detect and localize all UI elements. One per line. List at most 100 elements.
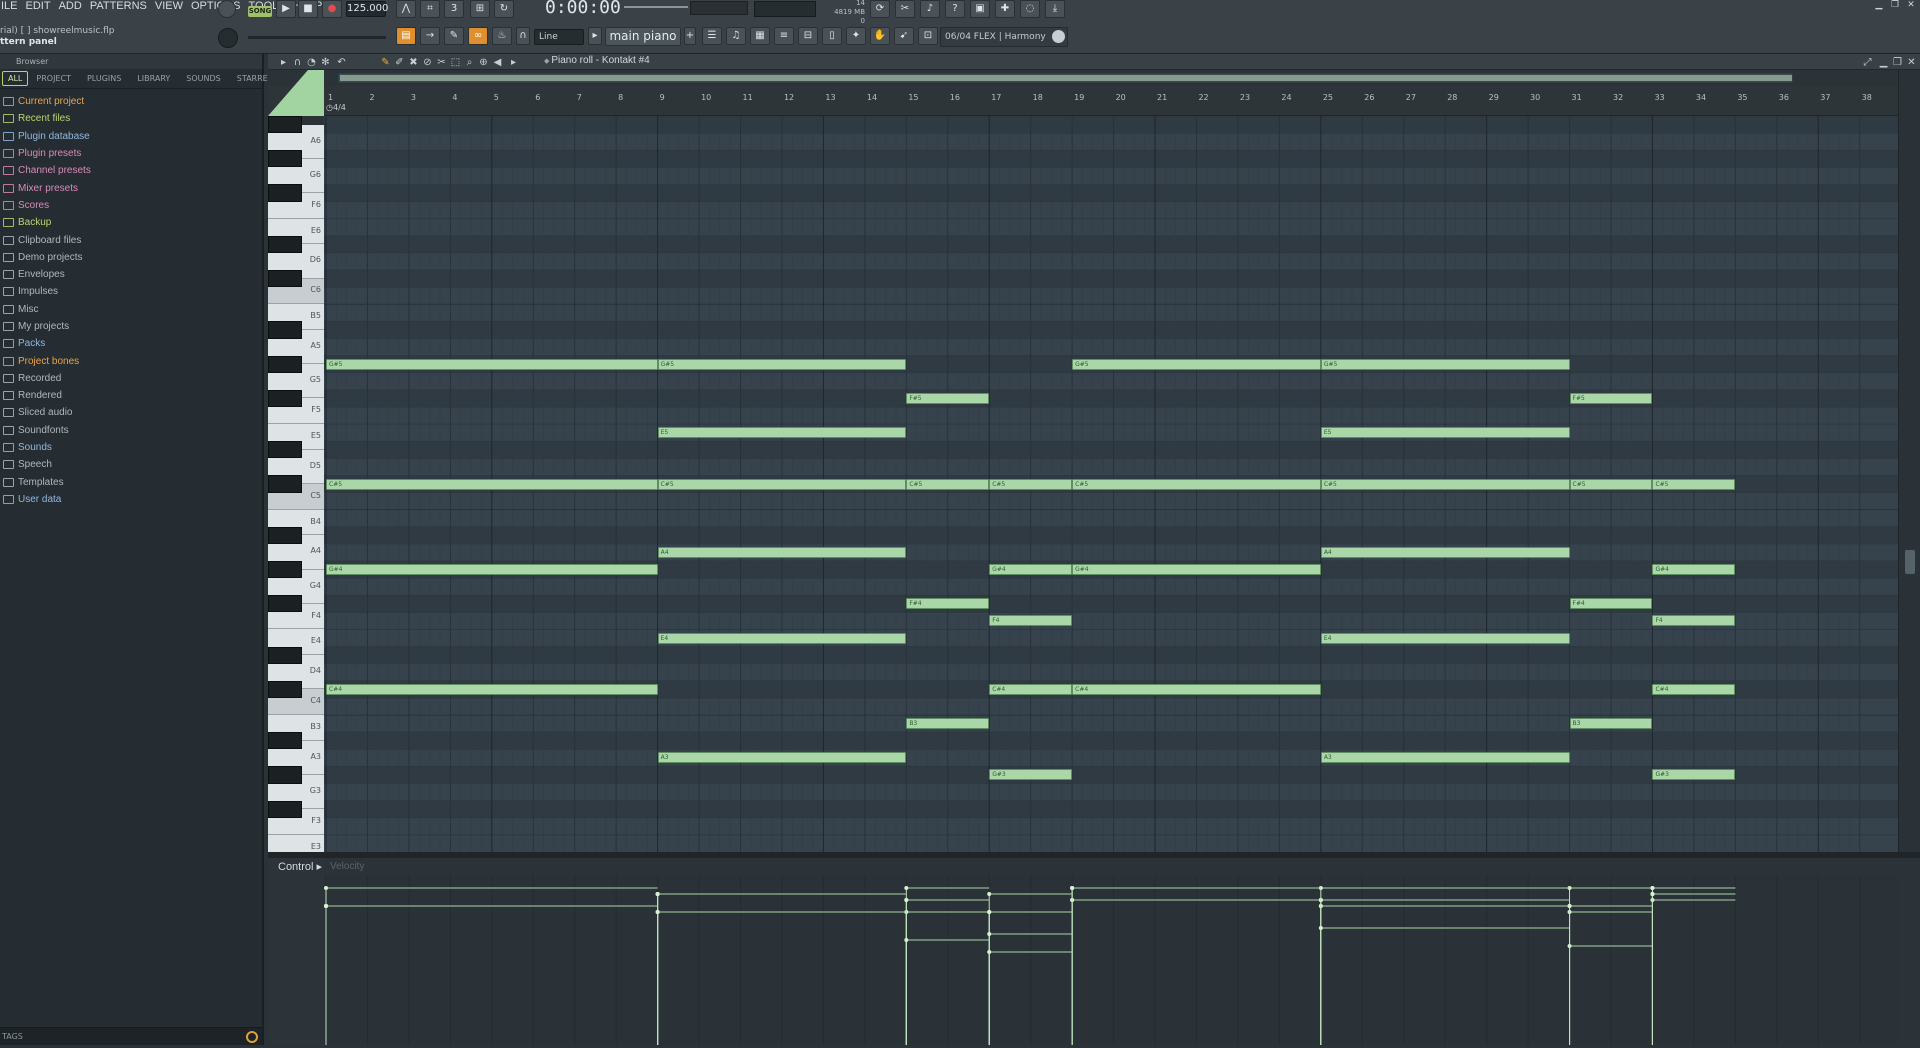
note-csharp4[interactable]: C#4 xyxy=(1652,683,1736,695)
mixer-icon[interactable]: ≡ xyxy=(774,27,794,45)
note-csharp5[interactable]: C#5 xyxy=(326,478,658,490)
save-icon[interactable]: ▣ xyxy=(970,0,990,18)
piano-roll-icon[interactable]: ♫ xyxy=(726,27,746,45)
note-gsharp5[interactable]: G#5 xyxy=(1072,358,1321,370)
stamp-icon[interactable]: ♨ xyxy=(492,27,512,45)
add-channel-icon[interactable]: + xyxy=(684,27,696,45)
globe-icon[interactable] xyxy=(1052,30,1065,43)
metronome-icon[interactable]: ⋀ xyxy=(396,0,416,18)
patterns-icon[interactable]: ⊟ xyxy=(798,27,818,45)
zoom-icon[interactable]: ⌕ xyxy=(464,57,475,68)
note-gsharp4[interactable]: G#4 xyxy=(989,564,1073,576)
black-key[interactable] xyxy=(268,150,302,168)
black-key[interactable] xyxy=(268,184,302,202)
black-key[interactable] xyxy=(268,680,302,698)
note-a4[interactable]: A4 xyxy=(1320,546,1570,558)
piano-roll-mode-icon[interactable]: ▤ xyxy=(396,27,416,45)
note-fsharp5[interactable]: F#5 xyxy=(906,392,990,404)
note-gsharp5[interactable]: G#5 xyxy=(326,358,658,370)
menu-add[interactable]: ADD xyxy=(58,0,83,16)
black-key[interactable] xyxy=(268,475,302,493)
piano-keyboard[interactable]: A6 G6 F6 E6 D6 C6 B5 A5 G5 F5 E5 D5 C5 B4 A4 G4 F4 E4 D4 C4… xyxy=(268,116,324,852)
plugin-preset-box[interactable]: 06/04 FLEX | Harmony xyxy=(940,27,1068,47)
mute-tool-icon[interactable]: ⊘ xyxy=(422,57,433,68)
browser-item-packs[interactable]: Packs xyxy=(0,335,262,352)
menu-ile[interactable]: ILE xyxy=(0,0,19,16)
browser-item-rendered[interactable]: Rendered xyxy=(0,387,262,404)
undo-history-icon[interactable]: ⟳ xyxy=(870,0,890,18)
master-volume-slider[interactable] xyxy=(248,36,386,39)
note-csharp5[interactable]: C#5 xyxy=(1569,478,1653,490)
touch-keyboard-icon[interactable]: ✋ xyxy=(870,27,890,45)
zoom-icon-2[interactable]: ⊕ xyxy=(478,57,489,68)
snap-select[interactable]: Line xyxy=(534,29,584,45)
note-e5[interactable]: E5 xyxy=(657,427,907,439)
lane-splitter[interactable] xyxy=(268,852,1920,858)
stop-button[interactable]: ■ xyxy=(298,0,318,18)
channel-selector[interactable]: main piano xyxy=(605,27,681,46)
browser-tab-all[interactable]: ALL xyxy=(2,71,29,86)
browser-item-user-data[interactable]: User data xyxy=(0,491,262,508)
browser-item-demo-projects[interactable]: Demo projects xyxy=(0,249,262,266)
browser-item-scores[interactable]: Scores xyxy=(0,197,262,214)
time-ruler[interactable]: 1 2 3 4 5 6 7 8 9 10 11 12 13 14 15 16 17 18 19 20 21 22 23 24 2… xyxy=(268,86,1920,116)
black-key[interactable] xyxy=(268,355,302,373)
menu-patterns[interactable]: PATTERNS xyxy=(89,0,148,16)
note-fsharp4[interactable]: F#4 xyxy=(906,598,990,610)
browser-item-misc[interactable]: Misc xyxy=(0,301,262,318)
black-key[interactable] xyxy=(268,321,302,339)
magnet-icon[interactable]: ∩ xyxy=(516,27,530,45)
vertical-scrollbar[interactable] xyxy=(1898,70,1920,852)
play-button[interactable]: ▶ xyxy=(276,0,296,18)
black-key[interactable] xyxy=(268,270,302,288)
black-key[interactable] xyxy=(268,732,302,750)
plugin-picker-icon[interactable]: ✚ xyxy=(995,0,1015,18)
song-mode-toggle[interactable]: SONG xyxy=(248,6,272,17)
performance-icon[interactable]: ➹ xyxy=(894,27,914,45)
step-edit-icon[interactable]: ⊞ xyxy=(470,0,490,18)
snap-magnet-icon[interactable]: ∩ xyxy=(292,57,303,68)
note-e4[interactable]: E4 xyxy=(657,632,907,644)
browser-item-channel-presets[interactable]: Channel presets xyxy=(0,162,262,179)
black-key[interactable] xyxy=(268,800,302,818)
browser-tab-plugins[interactable]: PLUGINS xyxy=(79,72,129,85)
browser-item-impulses[interactable]: Impulses xyxy=(0,283,262,300)
note-csharp5[interactable]: C#5 xyxy=(906,478,990,490)
black-key[interactable] xyxy=(268,595,302,613)
note-a3[interactable]: A3 xyxy=(1320,752,1570,764)
note-fsharp4[interactable]: F#4 xyxy=(1569,598,1653,610)
browser-item-my-projects[interactable]: My projects xyxy=(0,318,262,335)
browser-item-project-bones[interactable]: Project bones xyxy=(0,352,262,369)
browser-item-plugin-database[interactable]: Plugin database xyxy=(0,128,262,145)
select-icon[interactable]: ⬚ xyxy=(450,57,461,68)
note-e4[interactable]: E4 xyxy=(1320,632,1570,644)
cut-icon[interactable]: ✂ xyxy=(895,0,915,18)
pr-maximize-icon[interactable]: ❐ xyxy=(1892,57,1903,68)
loop-record-icon[interactable]: ↻ xyxy=(494,0,514,18)
note-gsharp4[interactable]: G#4 xyxy=(1652,564,1736,576)
browser-tab-project[interactable]: PROJECT xyxy=(28,72,79,85)
browser-item-current-project[interactable]: Current project xyxy=(0,93,262,110)
browser-item-backup[interactable]: Backup xyxy=(0,214,262,231)
black-key[interactable] xyxy=(268,561,302,579)
note-gsharp4[interactable]: G#4 xyxy=(1072,564,1321,576)
pr-close-icon[interactable]: ✕ xyxy=(1906,57,1917,68)
note-f4[interactable]: F4 xyxy=(989,615,1073,627)
slice-icon[interactable]: ✂ xyxy=(436,57,447,68)
cart-icon[interactable]: ⊡ xyxy=(918,27,938,45)
restore-icon[interactable]: ❐ xyxy=(1888,0,1902,12)
black-key[interactable] xyxy=(268,441,302,459)
note-a3[interactable]: A3 xyxy=(657,752,907,764)
note-a4[interactable]: A4 xyxy=(657,546,907,558)
note-e5[interactable]: E5 xyxy=(1320,427,1570,439)
playback-icon[interactable]: ◔ xyxy=(306,57,317,68)
note-csharp4[interactable]: C#4 xyxy=(1072,683,1321,695)
browser-icon[interactable]: ▯ xyxy=(822,27,842,45)
note-b3[interactable]: B3 xyxy=(1569,718,1653,730)
paint-icon[interactable]: ✐ xyxy=(394,57,405,68)
note-fsharp5[interactable]: F#5 xyxy=(1569,392,1653,404)
piano-roll-menu-icon[interactable]: ▸ xyxy=(278,57,289,68)
browser-item-clipboard-files[interactable]: Clipboard files xyxy=(0,231,262,248)
note-grid[interactable]: G#5 G#5 G#5 G#5 F#5 F#5 E5 E5 C#5 C#5 C#5 C#5 C#5 C#5… xyxy=(324,116,1898,852)
plugin-icon[interactable]: ✦ xyxy=(846,27,866,45)
